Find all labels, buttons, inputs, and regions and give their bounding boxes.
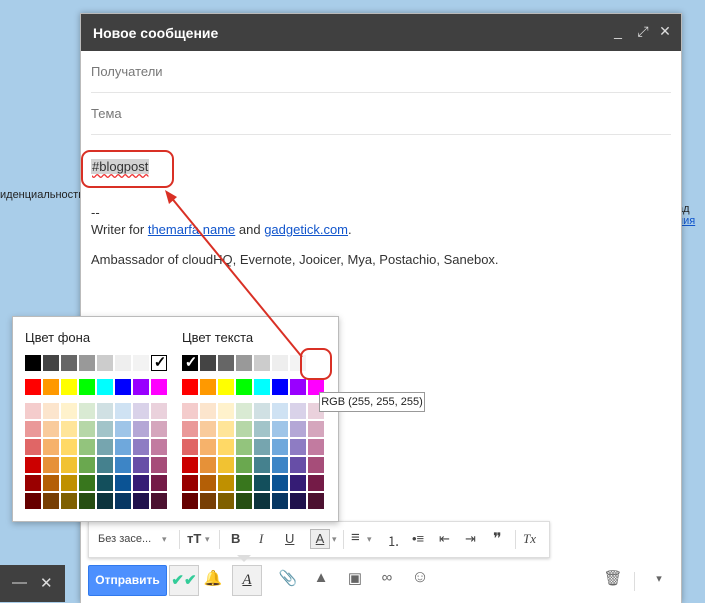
annotation-arrow [165,190,303,358]
color-tooltip: RGB (255, 255, 255) [319,392,425,412]
arrow-line [169,195,303,358]
